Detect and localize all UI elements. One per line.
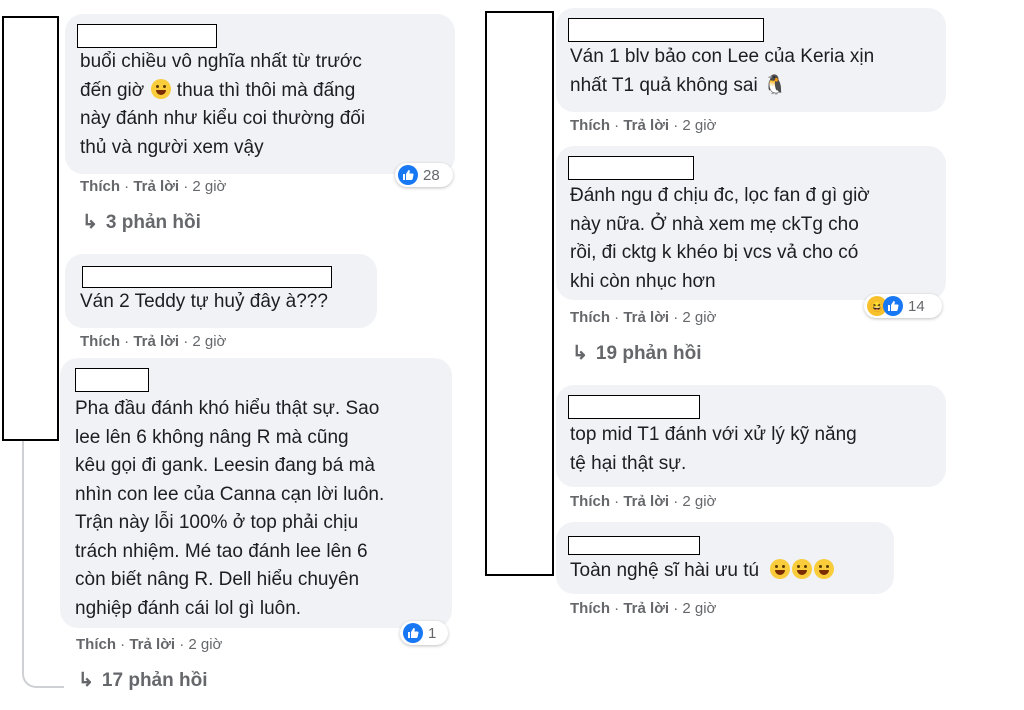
- comment-bubble: Pha đầu đánh khó hiểu thật sự. Sao lee l…: [60, 358, 452, 628]
- timestamp[interactable]: 2 giờ: [192, 178, 226, 195]
- reply-arrow-icon: ↳: [78, 670, 94, 691]
- reaction-count: 1: [428, 624, 437, 642]
- redacted-username[interactable]: [82, 266, 332, 288]
- comment-bubble: Ván 2 Teddy tự huỷ đây à???: [65, 254, 377, 328]
- comment-bubble: buổi chiều vô nghĩa nhất từ trước đến gi…: [65, 14, 455, 174]
- reply-link[interactable]: Trả lời: [623, 309, 669, 326]
- timestamp[interactable]: 2 giờ: [192, 333, 226, 350]
- comment-text: Pha đầu đánh khó hiểu thật sự. Sao lee l…: [75, 398, 385, 619]
- comment-actions: Thích · Trả lời · 2 giờ: [570, 309, 717, 326]
- timestamp[interactable]: 2 giờ: [682, 600, 716, 617]
- redacted-avatars-left: [2, 16, 59, 441]
- timestamp[interactable]: 2 giờ: [188, 636, 222, 653]
- view-replies-link[interactable]: ↳ 17 phản hồi: [78, 669, 208, 692]
- comment-bubble: Toàn nghệ sĩ hài ưu tú: [556, 522, 894, 594]
- reaction-count: 14: [908, 297, 925, 315]
- comment-actions: Thích · Trả lời · 2 giờ: [570, 600, 717, 617]
- like-link[interactable]: Thích: [570, 309, 610, 326]
- reply-arrow-icon: ↳: [82, 212, 98, 233]
- comment-actions: Thích · Trả lời · 2 giờ: [80, 178, 227, 195]
- comment-text: Ván 1 blv bảo con Lee của Keria xịn nhất…: [570, 46, 875, 96]
- reaction-count: 28: [423, 166, 440, 184]
- reply-link[interactable]: Trả lời: [129, 636, 175, 653]
- timestamp[interactable]: 2 giờ: [682, 493, 716, 510]
- comment-text: top mid T1 đánh với xử lý kỹ năng tệ hại…: [570, 424, 857, 474]
- grin-emoji-icon: [814, 559, 835, 579]
- smile-emoji-icon: [150, 78, 171, 99]
- comment-actions: Thích · Trả lời · 2 giờ: [570, 493, 717, 510]
- reply-link[interactable]: Trả lời: [623, 493, 669, 510]
- grin-emoji-icon: [792, 559, 813, 579]
- like-link[interactable]: Thích: [570, 117, 610, 134]
- comment-actions: Thích · Trả lời · 2 giờ: [80, 333, 227, 350]
- redacted-username[interactable]: [568, 18, 764, 42]
- reply-arrow-icon: ↳: [572, 343, 588, 364]
- comment-bubble: Đánh ngu đ chịu đc, lọc fan đ gì giờ này…: [556, 146, 946, 300]
- penguin-emoji-icon: 🐧: [762, 74, 787, 96]
- like-link[interactable]: Thích: [80, 333, 120, 350]
- view-replies-link[interactable]: ↳ 3 phản hồi: [82, 211, 201, 234]
- redacted-username[interactable]: [568, 156, 694, 180]
- comment-text: buổi chiều vô nghĩa nhất từ trước đến gi…: [80, 51, 366, 158]
- reply-link[interactable]: Trả lời: [133, 178, 179, 195]
- comment-text: Đánh ngu đ chịu đc, lọc fan đ gì giờ này…: [570, 185, 870, 292]
- reaction-badge[interactable]: 28: [395, 163, 453, 187]
- like-link[interactable]: Thích: [570, 493, 610, 510]
- comment-text: Toàn nghệ sĩ hài ưu tú: [570, 557, 835, 586]
- timestamp[interactable]: 2 giờ: [682, 117, 716, 134]
- thread-connector: [22, 441, 64, 688]
- like-reaction-icon: [403, 623, 423, 643]
- like-reaction-icon: [883, 296, 903, 316]
- comment-bubble: Ván 1 blv bảo con Lee của Keria xịn nhất…: [556, 8, 946, 112]
- comment-actions: Thích · Trả lời · 2 giờ: [570, 117, 717, 134]
- like-link[interactable]: Thích: [80, 178, 120, 195]
- redacted-username[interactable]: [75, 368, 149, 392]
- comment-actions: Thích · Trả lời · 2 giờ: [76, 636, 223, 653]
- grin-emoji-icon: [770, 559, 791, 579]
- reply-link[interactable]: Trả lời: [133, 333, 179, 350]
- reaction-badge[interactable]: 1: [400, 621, 448, 645]
- like-link[interactable]: Thích: [570, 600, 610, 617]
- reply-link[interactable]: Trả lời: [623, 117, 669, 134]
- timestamp[interactable]: 2 giờ: [682, 309, 716, 326]
- comment-text: Ván 2 Teddy tự huỷ đây à???: [80, 291, 328, 312]
- reply-link[interactable]: Trả lời: [623, 600, 669, 617]
- redacted-avatars-right: [485, 11, 554, 576]
- like-reaction-icon: [398, 165, 418, 185]
- redacted-username[interactable]: [568, 536, 700, 555]
- like-link[interactable]: Thích: [76, 636, 116, 653]
- redacted-username[interactable]: [568, 395, 700, 419]
- redacted-username[interactable]: [77, 24, 217, 48]
- view-replies-link[interactable]: ↳ 19 phản hồi: [572, 342, 702, 365]
- reaction-badge[interactable]: 😆 14: [864, 294, 942, 318]
- comment-bubble: top mid T1 đánh với xử lý kỹ năng tệ hại…: [556, 385, 946, 487]
